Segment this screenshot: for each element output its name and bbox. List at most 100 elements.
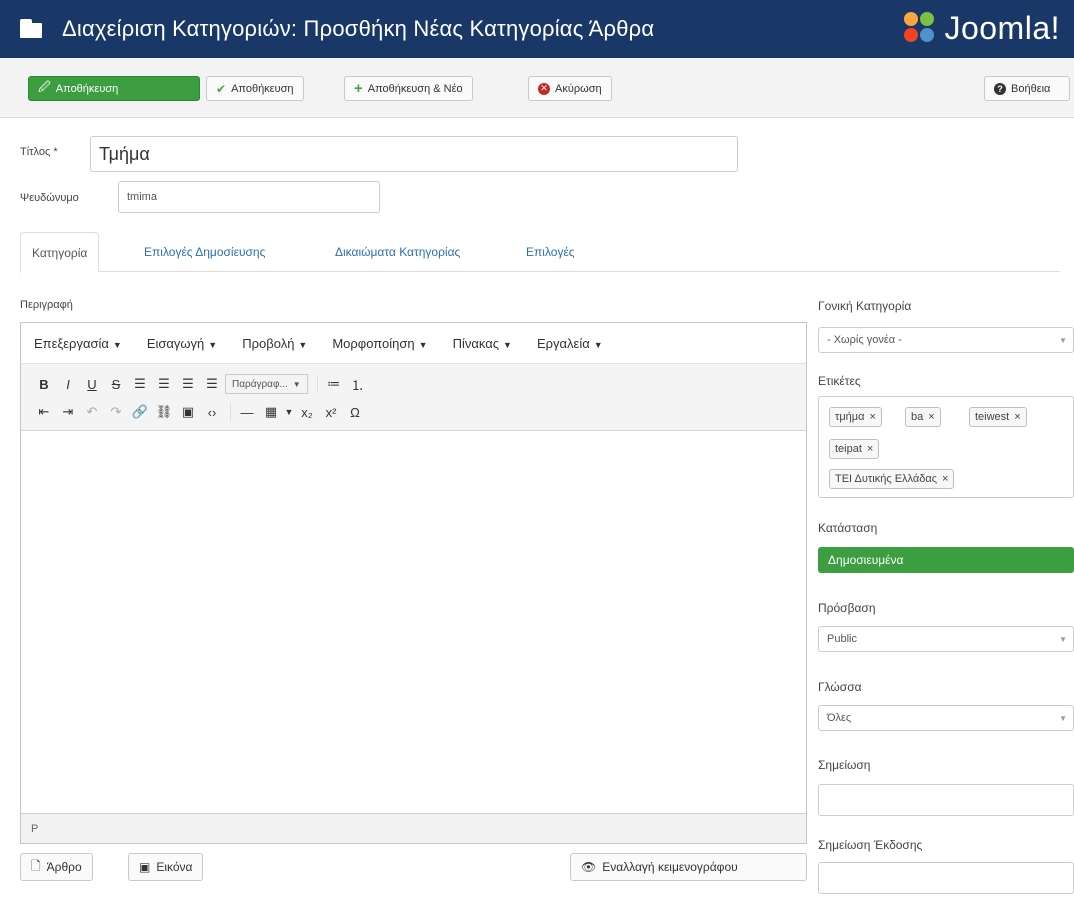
version-note-input[interactable] — [818, 862, 1074, 894]
remove-icon[interactable]: × — [1014, 411, 1020, 423]
access-select[interactable]: Public ▼ — [818, 626, 1074, 652]
table-icon[interactable]: ▦ — [260, 401, 282, 423]
unlink-icon[interactable]: ⛓ — [153, 401, 175, 423]
status-select[interactable]: Δημοσιευμένα — [818, 547, 1074, 573]
save-close-button[interactable]: ✔ Αποθήκευση — [206, 76, 304, 101]
version-note-label: Σημείωση Έκδοσης — [818, 838, 923, 852]
caret-down-icon: ▼ — [292, 379, 301, 389]
outdent-icon[interactable]: ⇤ — [33, 401, 55, 423]
insert-article-button[interactable]: 🗋 Άρθρο — [20, 853, 93, 881]
remove-icon[interactable]: × — [867, 443, 873, 455]
image-icon[interactable]: ▣ — [177, 401, 199, 423]
special-character-icon[interactable]: Ω — [344, 401, 366, 423]
italic-icon[interactable]: I — [57, 373, 79, 395]
joomla-logo-icon — [900, 8, 940, 48]
caret-down-icon: ▼ — [208, 339, 218, 350]
tag-chip[interactable]: teiwest × — [969, 407, 1027, 427]
toolbar-divider — [316, 375, 318, 393]
caret-down-icon: ▼ — [503, 339, 512, 350]
caret-down-icon: ▼ — [284, 407, 294, 417]
insert-image-button[interactable]: ▣ Εικόνα — [128, 853, 204, 881]
caret-down-icon: ▼ — [298, 339, 308, 350]
page-title: Διαχείριση Κατηγοριών: Προσθήκη Νέας Κατ… — [62, 16, 655, 41]
tags-field[interactable]: τμήμα × ba × teiwest × teipat × ΤΕΙ Δυτικής … — [818, 396, 1074, 498]
help-button[interactable]: ? Βοήθεια — [984, 76, 1070, 101]
tag-chip[interactable]: ΤΕΙ Δυτικής Ελλάδας × — [829, 469, 955, 489]
joomla-logo: Joomla! — [900, 8, 1060, 48]
cancel-icon: ✕ — [538, 82, 550, 95]
parent-category-select[interactable]: - Χωρίς γονέα - ▼ — [818, 327, 1074, 353]
save-button[interactable]: 🖉 Αποθήκευση — [28, 76, 200, 101]
note-label: Σημείωση — [818, 758, 871, 772]
title-label: Τίτλος * — [20, 146, 58, 158]
align-justify-icon[interactable]: ☰ — [201, 373, 223, 395]
align-center-icon[interactable]: ☰ — [153, 373, 175, 395]
tag-chip[interactable]: teipat × — [829, 439, 880, 459]
rich-text-editor: Επεξεργασία ▼ Εισαγωγή ▼ Προβολή ▼ Μορφοποί… — [20, 322, 807, 844]
menu-insert[interactable]: Εισαγωγή ▼ — [147, 336, 217, 351]
remove-icon[interactable]: × — [942, 473, 948, 485]
description-label: Περιγραφή — [20, 299, 73, 311]
cancel-button[interactable]: ✕ Ακύρωση — [528, 76, 612, 101]
caret-down-icon: ▼ — [112, 339, 122, 350]
menu-format[interactable]: Μορφοποίηση ▼ — [332, 336, 427, 351]
language-label: Γλώσσα — [818, 680, 862, 694]
indent-icon[interactable]: ⇥ — [57, 401, 79, 423]
toggle-editor-button[interactable]: 👁 Εναλλαγή κειμενογράφου — [570, 853, 807, 881]
save-new-button[interactable]: + Αποθήκευση & Νέο — [344, 76, 473, 101]
horizontal-rule-icon[interactable]: — — [236, 401, 258, 423]
save-icon: 🖉 — [38, 80, 51, 94]
bullet-list-icon[interactable]: ≔ — [323, 373, 345, 395]
superscript-icon[interactable]: x² — [320, 401, 342, 423]
align-left-icon[interactable]: ☰ — [129, 373, 151, 395]
editor-menubar: Επεξεργασία ▼ Εισαγωγή ▼ Προβολή ▼ Μορφοποί… — [21, 323, 806, 363]
editor-toolrow-1: B I U S ☰ ☰ ☰ ☰ Παράγραφ... ▼ ≔ ⒈ — [21, 371, 806, 397]
caret-down-icon: ▼ — [1059, 714, 1067, 723]
numbered-list-icon[interactable]: ⒈ — [347, 373, 369, 395]
tab-category[interactable]: Κατηγορία — [20, 232, 100, 273]
toolbar-divider — [230, 403, 231, 421]
parent-category-label: Γονική Κατηγορία — [818, 299, 912, 313]
tab-publishing-options[interactable]: Επιλογές Δημοσίευσης — [133, 232, 276, 272]
status-label: Κατάσταση — [818, 521, 878, 535]
tag-chip[interactable]: ba × — [905, 407, 941, 427]
remove-icon[interactable]: × — [928, 411, 934, 423]
plus-icon: + — [354, 80, 363, 97]
caret-down-icon: ▼ — [593, 339, 603, 350]
underline-icon[interactable]: U — [81, 373, 103, 395]
title-input[interactable]: Τμήμα — [90, 136, 738, 172]
tab-bar: Κατηγορία Επιλογές Δημοσίευσης Δικαιώματ… — [20, 232, 1060, 273]
menu-edit[interactable]: Επεξεργασία ▼ — [34, 336, 122, 351]
access-label: Πρόσβαση — [818, 601, 876, 615]
help-icon: ? — [994, 82, 1006, 95]
align-right-icon[interactable]: ☰ — [177, 373, 199, 395]
remove-icon[interactable]: × — [870, 411, 876, 423]
caret-down-icon: ▼ — [418, 339, 428, 350]
strikethrough-icon[interactable]: S — [105, 373, 127, 395]
menu-table[interactable]: Πίνακας ▼ — [453, 336, 512, 351]
toolbar: 🖉 Αποθήκευση ✔ Αποθήκευση + Αποθήκευση &… — [0, 58, 1074, 118]
code-icon[interactable]: ‹› — [201, 401, 223, 423]
alias-label: Ψευδώνυμο — [20, 192, 79, 204]
redo-icon[interactable]: ↷ — [105, 401, 127, 423]
link-icon[interactable]: 🔗 — [129, 401, 151, 423]
menu-tools[interactable]: Εργαλεία ▼ — [537, 336, 603, 351]
check-icon: ✔ — [216, 81, 227, 96]
eye-icon: 👁 — [581, 860, 597, 874]
alias-input[interactable]: tmima — [118, 181, 380, 213]
editor-status-path: P — [21, 813, 806, 843]
bold-icon[interactable]: B — [33, 373, 55, 395]
note-input[interactable] — [818, 784, 1074, 816]
caret-down-icon: ▼ — [1059, 635, 1067, 644]
tab-options[interactable]: Επιλογές — [515, 232, 586, 272]
tags-label: Ετικέτες — [818, 374, 861, 388]
undo-icon[interactable]: ↶ — [81, 401, 103, 423]
tab-category-permissions[interactable]: Δικαιώματα Κατηγορίας — [324, 232, 471, 272]
tag-chip[interactable]: τμήμα × — [829, 407, 882, 427]
caret-down-icon: ▼ — [1059, 336, 1067, 345]
format-select[interactable]: Παράγραφ... ▼ — [225, 374, 308, 394]
language-select[interactable]: Όλες ▼ — [818, 705, 1074, 731]
menu-view[interactable]: Προβολή ▼ — [242, 336, 307, 351]
image-icon: ▣ — [139, 860, 151, 874]
subscript-icon[interactable]: x₂ — [296, 401, 318, 423]
